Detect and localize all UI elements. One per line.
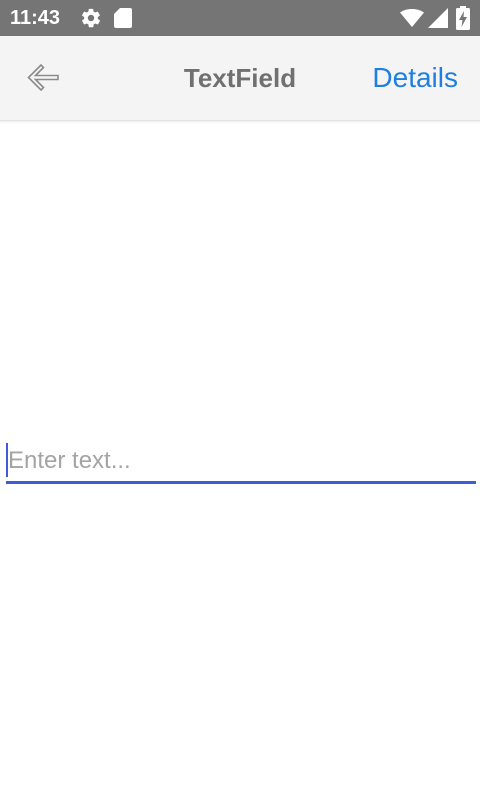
- text-field: [6, 440, 476, 484]
- gear-icon: [82, 8, 100, 28]
- cell-signal-icon: [428, 8, 448, 28]
- app-bar: TextField Details: [0, 36, 480, 121]
- text-cursor: [6, 443, 8, 477]
- text-input[interactable]: [6, 440, 476, 484]
- status-bar: 11:43: [0, 0, 480, 36]
- battery-charging-icon: [456, 6, 470, 30]
- sd-card-icon: [114, 8, 132, 28]
- status-time: 11:43: [10, 7, 61, 29]
- details-button[interactable]: Details: [372, 36, 458, 120]
- wifi-icon: [400, 9, 424, 27]
- back-button[interactable]: [14, 54, 70, 102]
- arrow-left-icon: [27, 63, 59, 92]
